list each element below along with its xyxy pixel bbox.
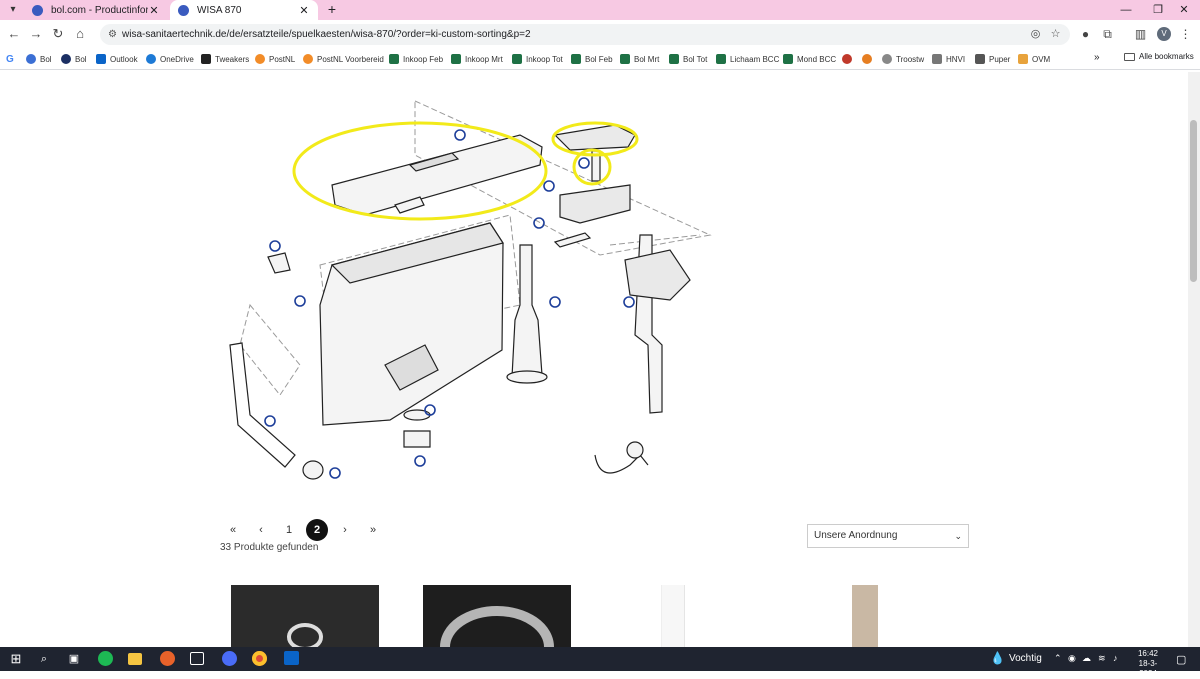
- product-image[interactable]: [423, 585, 571, 647]
- bookmark-icon-only[interactable]: [862, 52, 876, 66]
- prev-page-button[interactable]: ‹: [250, 519, 272, 541]
- product-image[interactable]: [231, 585, 379, 647]
- tab-title: WISA 870: [197, 4, 242, 16]
- weather-text: Vochtig: [1008, 652, 1042, 664]
- site-info-icon[interactable]: ⚙: [106, 28, 119, 41]
- wisa-favicon-icon: [178, 4, 189, 16]
- minimize-icon[interactable]: —: [1110, 0, 1142, 20]
- product-count: 33 Produkte gefunden: [220, 542, 319, 553]
- bookmark-icon-only[interactable]: [842, 52, 856, 66]
- bookmark-item[interactable]: PostNL: [255, 52, 295, 66]
- avatar[interactable]: V: [1157, 27, 1171, 41]
- next-page-button[interactable]: ›: [334, 519, 356, 541]
- bookmark-item[interactable]: Inkoop Mrt: [451, 52, 503, 66]
- product-image[interactable]: [852, 585, 878, 647]
- home-icon[interactable]: ⌂: [72, 26, 88, 42]
- bookmark-item[interactable]: Inkoop Tot: [512, 52, 563, 66]
- sort-select[interactable]: Unsere Anordnung ⌄: [807, 524, 969, 548]
- product-thumbnail: [440, 606, 554, 647]
- bookmark-item[interactable]: Tweakers: [201, 52, 249, 66]
- bol-favicon-icon: [32, 4, 43, 16]
- more-menu-icon[interactable]: ⋮: [1178, 27, 1193, 42]
- bookmark-item[interactable]: Bol Tot: [669, 52, 707, 66]
- side-panel-icon[interactable]: ▥: [1133, 27, 1148, 42]
- bookmark-item[interactable]: HNVI: [932, 52, 965, 66]
- spotify-icon[interactable]: [98, 651, 113, 666]
- tab-wisa[interactable]: WISA 870 ✕: [170, 0, 318, 20]
- close-icon[interactable]: ✕: [298, 4, 310, 17]
- tab-search-icon[interactable]: ▾: [6, 3, 20, 17]
- new-tab-icon[interactable]: +: [324, 1, 340, 17]
- bookmark-item[interactable]: Troostw: [882, 52, 924, 66]
- scrollbar-thumb[interactable]: [1190, 120, 1197, 282]
- page-2-button[interactable]: 2: [306, 519, 328, 541]
- taskbar: ⊞ ⌕ ▣ 💧 Vochtig ⌃ ◉ ☁ ≋ ♪ 16:42 18-3-202…: [0, 647, 1200, 678]
- forward-icon[interactable]: →: [28, 26, 44, 42]
- bookmarks-bar: G Bol Bol Outlook OneDrive Tweakers Post…: [0, 48, 1200, 70]
- bookmark-item[interactable]: Inkoop Feb: [389, 52, 443, 66]
- url-text[interactable]: wisa-sanitaertechnik.de/de/ersatzteile/s…: [122, 24, 531, 45]
- sort-selected-value: Unsere Anordnung: [814, 530, 898, 541]
- bookmark-item[interactable]: Bol Feb: [571, 52, 613, 66]
- wifi-icon[interactable]: ≋: [1098, 653, 1106, 664]
- store-icon[interactable]: [190, 652, 204, 665]
- bookmark-item[interactable]: Outlook: [96, 52, 138, 66]
- chevron-up-icon[interactable]: ⌃: [1054, 653, 1062, 664]
- windows-start-icon[interactable]: ⊞: [8, 651, 24, 667]
- reload-icon[interactable]: ↻: [50, 26, 66, 42]
- file-explorer-icon[interactable]: [128, 653, 142, 665]
- network-icon[interactable]: ◉: [1068, 653, 1076, 664]
- address-toolbar: ← → ↻ ⌂ ⚙ wisa-sanitaertechnik.de/de/ers…: [0, 20, 1200, 48]
- bookmark-item[interactable]: OneDrive: [146, 52, 194, 66]
- bookmark-item[interactable]: Puper: [975, 52, 1010, 66]
- bookmark-star-icon[interactable]: ☆: [1048, 27, 1063, 42]
- scrollbar[interactable]: [1188, 72, 1200, 647]
- first-page-button[interactable]: «: [222, 519, 244, 541]
- product-image[interactable]: [661, 585, 685, 647]
- back-icon[interactable]: ←: [6, 26, 22, 42]
- extensions-puzzle-icon[interactable]: ⧉: [1100, 27, 1115, 42]
- folder-icon: [1124, 52, 1135, 61]
- bookmark-item[interactable]: Lichaam BCC: [716, 52, 779, 66]
- weather-widget[interactable]: 💧 Vochtig: [990, 651, 1042, 665]
- bookmarks-overflow-icon[interactable]: »: [1094, 52, 1100, 63]
- chrome-icon[interactable]: [252, 651, 267, 666]
- address-bar[interactable]: ⚙ wisa-sanitaertechnik.de/de/ersatzteile…: [100, 24, 1070, 45]
- taskbar-clock[interactable]: 16:42 18-3-2024: [1131, 649, 1165, 679]
- close-window-icon[interactable]: ✕: [1168, 0, 1200, 20]
- tab-title: bol.com - Productinformatie: [51, 4, 148, 16]
- last-page-button[interactable]: »: [362, 519, 384, 541]
- bookmark-item[interactable]: Bol Mrt: [620, 52, 659, 66]
- bookmark-item[interactable]: Mond BCC: [783, 52, 836, 66]
- outlook-icon[interactable]: [284, 651, 299, 665]
- extension-icon[interactable]: ●: [1078, 27, 1093, 42]
- bookmark-item[interactable]: OVM: [1018, 52, 1050, 66]
- app-icon[interactable]: [222, 651, 237, 666]
- clock-time: 16:42: [1137, 649, 1159, 658]
- search-icon[interactable]: ⌕: [36, 651, 52, 667]
- google-icon[interactable]: G: [6, 52, 14, 66]
- page-content: « ‹ 1 2 › » 33 Produkte gefunden Unsere …: [0, 71, 1200, 647]
- bookmark-item[interactable]: Bol: [61, 52, 87, 66]
- eye-off-icon[interactable]: ◎: [1028, 27, 1043, 42]
- bookmark-item[interactable]: PostNL Voorbereid: [303, 52, 384, 66]
- product-thumbnail: [287, 623, 323, 647]
- cloud-icon[interactable]: ☁: [1082, 653, 1091, 664]
- raindrop-icon: 💧: [990, 651, 1005, 665]
- tab-bar: ▾ bol.com - Productinformatie ✕ WISA 870…: [0, 0, 1200, 20]
- clock-date: 18-3-2024: [1138, 659, 1158, 678]
- volume-icon[interactable]: ♪: [1113, 653, 1118, 663]
- tab-bol[interactable]: bol.com - Productinformatie ✕: [24, 0, 168, 20]
- exploded-parts-diagram: [229, 100, 712, 480]
- close-icon[interactable]: ✕: [148, 4, 160, 17]
- task-view-icon[interactable]: ▣: [66, 651, 82, 667]
- all-bookmarks[interactable]: Alle bookmarks: [1124, 52, 1194, 61]
- firefox-icon[interactable]: [160, 651, 175, 666]
- chevron-down-icon: ⌄: [954, 531, 962, 541]
- page-1-button[interactable]: 1: [278, 519, 300, 541]
- bookmark-item[interactable]: Bol: [26, 52, 52, 66]
- notifications-icon[interactable]: ▢: [1176, 653, 1186, 666]
